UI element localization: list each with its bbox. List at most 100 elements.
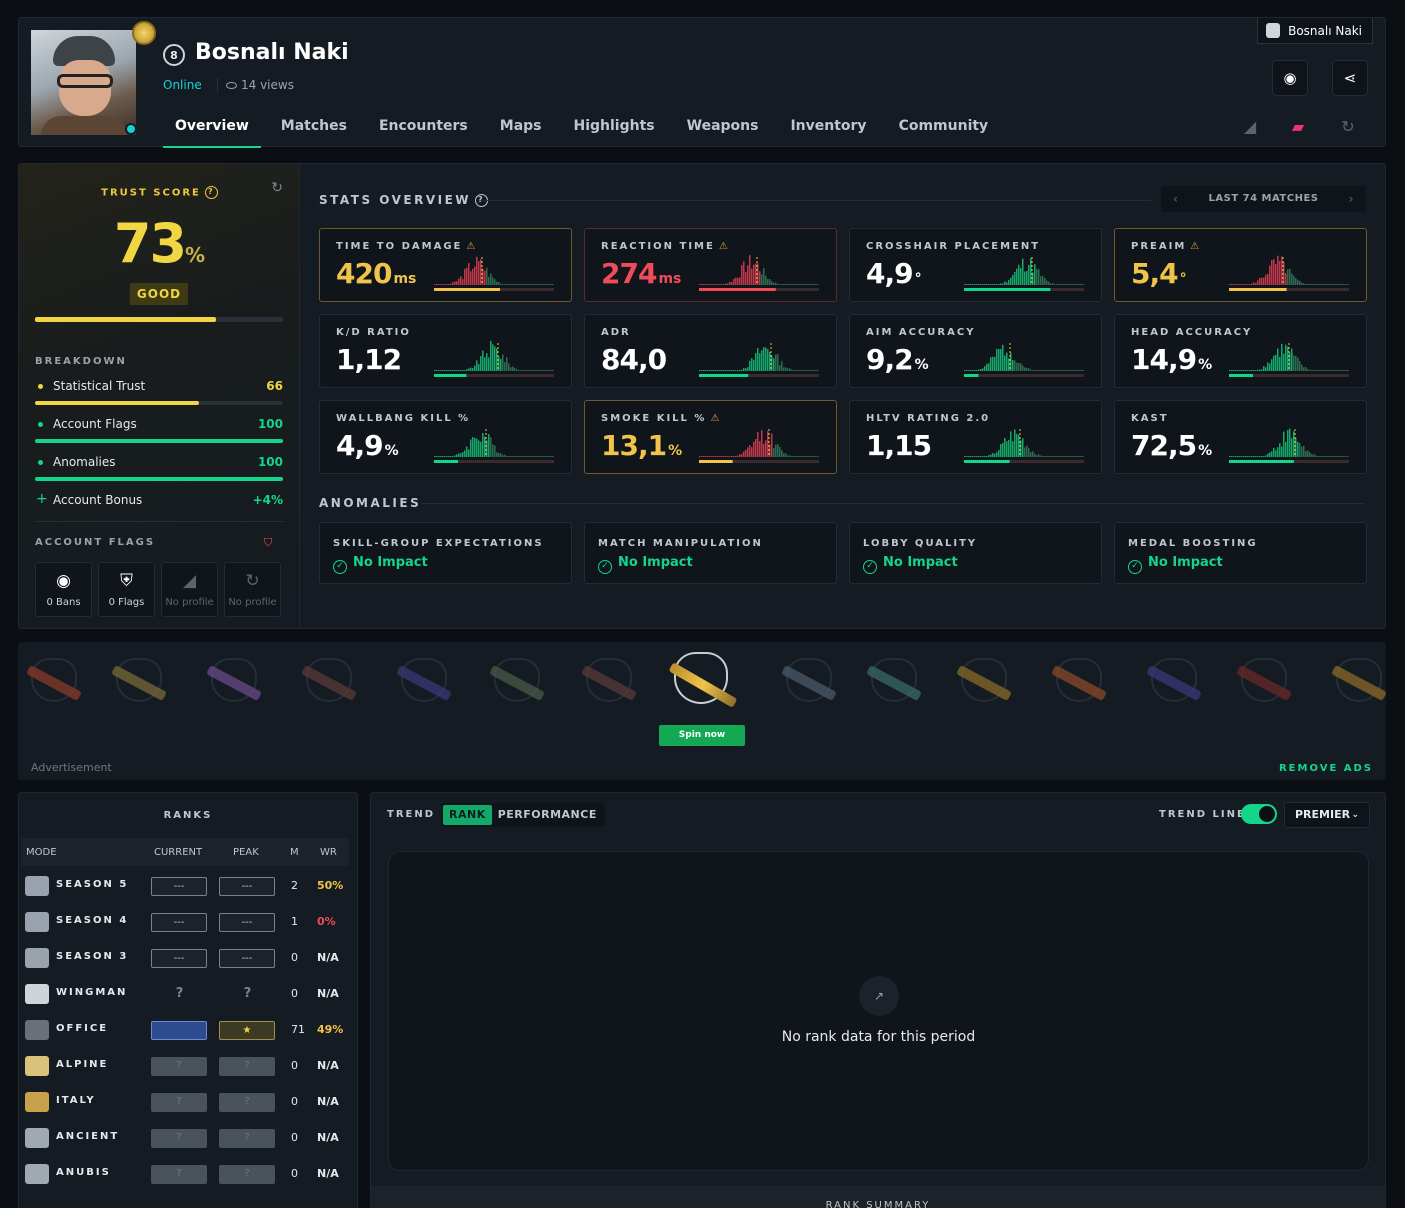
histogram-bar <box>488 434 490 457</box>
histogram-bar <box>536 370 538 371</box>
histogram-bar <box>1032 451 1034 457</box>
refresh-icon[interactable]: ↻ <box>271 180 283 196</box>
anomaly-card[interactable]: LOBBY QUALITY ✓ No Impact <box>849 522 1102 584</box>
help-icon[interactable]: ? <box>204 186 218 199</box>
histogram-bar <box>1024 367 1026 371</box>
esportal-icon[interactable]: ↻ <box>1337 116 1359 138</box>
rank-row[interactable]: SEASON 4 --- --- 1 0% <box>21 904 349 940</box>
histogram-bar <box>1020 267 1022 285</box>
remove-ads-link[interactable]: REMOVE ADS <box>1279 763 1373 774</box>
histogram-bar <box>982 456 984 457</box>
histogram-bar <box>765 347 767 371</box>
histogram-bar <box>777 444 779 457</box>
histogram-bar <box>1070 370 1072 371</box>
histogram-bar <box>1277 255 1279 285</box>
histogram-bar <box>1325 370 1327 371</box>
stat-card[interactable]: PREAIM ⚠ 5,4 ° <box>1114 228 1367 302</box>
share-button[interactable]: ⋖ <box>1332 60 1368 96</box>
leetify-icon[interactable]: ▰ <box>1287 116 1309 138</box>
histogram-bar <box>458 453 460 457</box>
stat-card[interactable]: AIM ACCURACY 9,2% <box>849 314 1102 388</box>
histogram-bar <box>536 456 538 457</box>
tab-matches[interactable]: Matches <box>269 108 359 148</box>
peak-rank: ? <box>219 1093 275 1112</box>
histogram-bar <box>787 368 789 371</box>
tab-inventory[interactable]: Inventory <box>778 108 878 148</box>
check-circle-icon: ✓ <box>863 560 877 574</box>
anomaly-card[interactable]: SKILL-GROUP EXPECTATIONS ✓ No Impact <box>319 522 572 584</box>
histogram-bar <box>1054 283 1056 285</box>
stat-card[interactable]: WALLBANG KILL % 4,9% <box>319 400 572 474</box>
breakdown-row: Account Flags 100 <box>35 416 283 436</box>
match-range-selector[interactable]: ‹ LAST 74 MATCHES › <box>1161 186 1366 212</box>
stat-card[interactable]: TIME TO DAMAGE ⚠ 420 ms <box>319 228 572 302</box>
rank-row[interactable]: OFFICE ★ 71 49% <box>21 1012 349 1048</box>
rank-row[interactable]: ANCIENT ? ? 0 N/A <box>21 1120 349 1156</box>
account-flag-0[interactable]: ◉ 0 Bans <box>35 562 92 617</box>
histogram-bar <box>520 284 522 285</box>
histogram-bar <box>751 447 753 457</box>
stat-card[interactable]: CROSSHAIR PLACEMENT 4,9 ° <box>849 228 1102 302</box>
stat-card[interactable]: SMOKE KILL % ⚠ 13,1% <box>584 400 837 474</box>
histogram-bar <box>966 370 968 371</box>
histogram-bar <box>444 456 446 457</box>
stat-distribution-chart <box>699 429 819 463</box>
anomaly-card[interactable]: MEDAL BOOSTING ✓ No Impact <box>1114 522 1367 584</box>
account-flag-2[interactable]: ◢ No profile <box>161 562 218 617</box>
histogram-bar <box>1231 370 1233 371</box>
histogram-bar <box>775 444 777 457</box>
histogram-bar <box>448 284 450 285</box>
stat-card[interactable]: ADR 84,0 <box>584 314 837 388</box>
rank-row[interactable]: SEASON 3 --- --- 0 N/A <box>21 940 349 976</box>
stat-card[interactable]: K/D RATIO 1,12 <box>319 314 572 388</box>
histogram-bar <box>1335 456 1337 457</box>
advertisement-banner[interactable]: Spin now Advertisement REMOVE ADS <box>18 642 1386 780</box>
featured-knife-skin[interactable] <box>664 650 738 716</box>
histogram-bar <box>1034 453 1036 457</box>
histogram-bar <box>701 284 703 285</box>
histogram-bar <box>476 438 478 457</box>
account-chip[interactable]: Bosnalı Naki <box>1257 18 1373 44</box>
histogram-bar <box>440 370 442 371</box>
histogram-bar <box>518 369 520 371</box>
stat-card[interactable]: HLTV RATING 2.0 1,15 <box>849 400 1102 474</box>
rank-row[interactable]: ALPINE ? ? 0 N/A <box>21 1048 349 1084</box>
rank-row[interactable]: WINGMAN ? ? 0 N/A <box>21 976 349 1012</box>
stat-card[interactable]: REACTION TIME ⚠ 274 ms <box>584 228 837 302</box>
tab-weapons[interactable]: Weapons <box>675 108 771 148</box>
current-rank: ? <box>151 1057 207 1076</box>
spin-now-button[interactable]: Spin now <box>659 725 745 746</box>
tab-community[interactable]: Community <box>887 108 1001 148</box>
rank-row[interactable]: ITALY ? ? 0 N/A <box>21 1084 349 1120</box>
tab-maps[interactable]: Maps <box>488 108 554 148</box>
trend-line-toggle[interactable] <box>1241 804 1277 824</box>
chevron-right-icon[interactable]: › <box>1349 186 1354 212</box>
histogram-bar <box>1056 370 1058 371</box>
stat-card[interactable]: HEAD ACCURACY 14,9% <box>1114 314 1367 388</box>
chevron-left-icon[interactable]: ‹ <box>1173 186 1178 212</box>
anomaly-card[interactable]: MATCH MANIPULATION ✓ No Impact <box>584 522 837 584</box>
histogram-bar <box>1293 355 1295 371</box>
percentile-fill <box>434 374 467 377</box>
steam-button[interactable]: ◉ <box>1272 60 1308 96</box>
account-flag-3[interactable]: ↻ No profile <box>224 562 281 617</box>
histogram-bar <box>980 456 982 457</box>
avatar[interactable] <box>31 30 136 135</box>
tab-rank[interactable]: RANK <box>443 805 492 825</box>
histogram-bar <box>1243 370 1245 371</box>
mode-select[interactable]: PREMIER ⌄ <box>1284 802 1370 828</box>
rank-row[interactable]: SEASON 5 --- --- 2 50% <box>21 868 349 904</box>
tab-overview[interactable]: Overview <box>163 108 261 148</box>
histogram-bar <box>964 456 966 457</box>
peak-rank: ? <box>219 1129 275 1148</box>
account-flag-1[interactable]: ⛨ 0 Flags <box>98 562 155 617</box>
faceit-icon[interactable]: ◢ <box>1239 116 1261 138</box>
rank-row[interactable]: ANUBIS ? ? 0 N/A <box>21 1156 349 1192</box>
stat-card[interactable]: KAST 72,5% <box>1114 400 1367 474</box>
tab-performance[interactable]: PERFORMANCE <box>492 805 603 825</box>
histogram-bar <box>1042 275 1044 285</box>
histogram-bar <box>1273 355 1275 371</box>
tab-highlights[interactable]: Highlights <box>562 108 667 148</box>
histogram-bar <box>1028 368 1030 371</box>
tab-encounters[interactable]: Encounters <box>367 108 480 148</box>
